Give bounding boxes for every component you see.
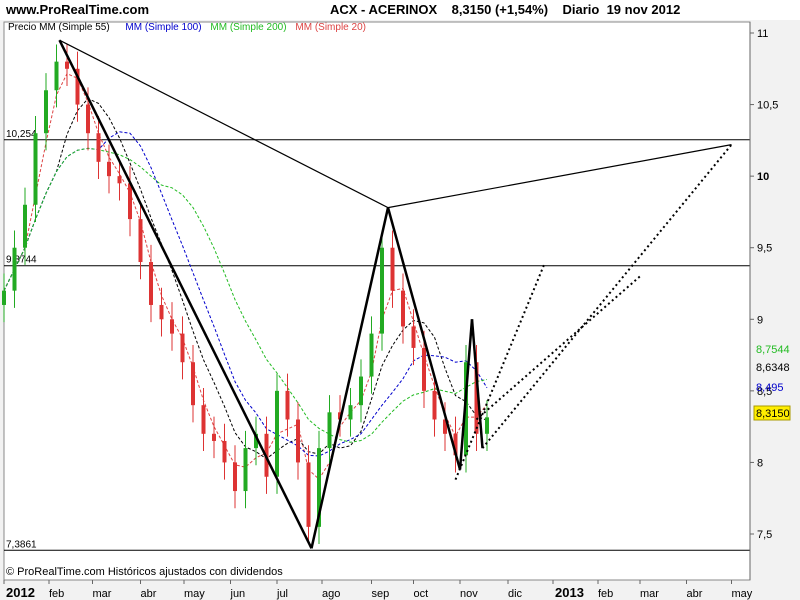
x-tick-label: may [732,588,753,600]
candle-body [285,390,290,420]
candle-body [390,247,395,291]
right-value-label: 8,3150 [756,408,790,420]
candle-body [401,290,405,327]
candle-body [348,405,353,420]
candle-body [222,440,227,463]
candle-body [233,462,237,492]
candle-body [327,412,332,449]
right-value-label: 8,6348 [756,362,790,374]
x-tick-label: may [184,588,205,600]
level-label: 9,3744 [6,255,37,266]
x-tick-label: 2012 [6,585,35,600]
plot-area [3,21,751,581]
level-label: 7,3861 [6,539,37,550]
candle-body [54,61,59,91]
candle-body [369,333,374,377]
right-value-label: 8,7544 [756,344,790,356]
title-bar: www.ProRealTime.com ACX - ACERINOX 8,315… [0,0,800,20]
x-tick-label: feb [49,588,64,600]
legend-entry: Precio MM (Simple 55) [8,22,110,33]
legend-entry: MM (Simple 200) [210,22,286,33]
x-tick-label: oct [414,588,429,600]
price-chart[interactable]: 10,2549,37447,38617,588,599,51010,5118,7… [0,20,800,600]
candle-body [275,390,279,477]
x-tick-label: nov [460,588,478,600]
candle-body [107,161,111,177]
level-label: 10,254 [6,129,37,140]
chart-title: ACX - ACERINOX 8,3150 (+1,54%) Diario 19… [330,2,681,17]
x-tick-label: jun [230,588,246,600]
candle-body [44,90,48,134]
candle-body [33,133,38,205]
candle-body [117,176,122,184]
x-tick-label: mar [93,588,112,600]
candle-body [86,104,90,134]
y-tick-label: 10 [757,171,769,183]
y-tick-label: 10,5 [757,100,778,112]
candle-body [201,405,206,434]
chart-window: www.ProRealTime.com ACX - ACERINOX 8,315… [0,0,800,600]
candle-body [432,390,437,420]
y-tick-label: 9,5 [757,243,772,255]
candle-body [65,61,69,69]
y-tick-label: 11 [757,28,768,40]
x-tick-label: abr [687,588,703,600]
y-tick-label: 8 [757,457,763,469]
candle-body [296,419,300,463]
site-name[interactable]: www.ProRealTime.com [6,2,149,17]
legend-entry: MM (Simple 20) [295,22,366,33]
y-tick-label: 9 [757,314,763,326]
candle-body [212,433,216,441]
candle-body [149,262,153,305]
candle-body [422,347,426,391]
x-tick-label: 2013 [555,585,584,600]
candle-body [180,333,185,363]
candle-body [359,376,363,406]
candle-body [243,448,248,492]
x-tick-label: ago [322,588,340,600]
right-value-label: 8,495 [756,382,784,394]
footer-note: © ProRealTime.com Históricos ajustados c… [6,566,283,578]
candle-body [23,204,27,248]
x-tick-label: mar [640,588,659,600]
candle-body [306,462,311,527]
x-tick-label: sep [372,588,390,600]
candle-body [128,183,132,220]
candle-body [96,133,101,162]
candle-body [170,319,174,334]
candle-body [380,247,384,334]
candle-body [2,290,6,305]
x-tick-label: feb [598,588,613,600]
x-tick-label: dic [508,588,523,600]
candle-body [159,304,164,320]
candle-body [191,362,195,406]
x-tick-label: jul [276,588,288,600]
candle-body [12,247,17,291]
x-tick-label: abr [141,588,157,600]
y-tick-label: 7,5 [757,529,772,541]
legend-entry: MM (Simple 100) [125,22,201,33]
candle-body [138,219,143,263]
candle-body [411,326,416,348]
candle-body [485,417,489,434]
